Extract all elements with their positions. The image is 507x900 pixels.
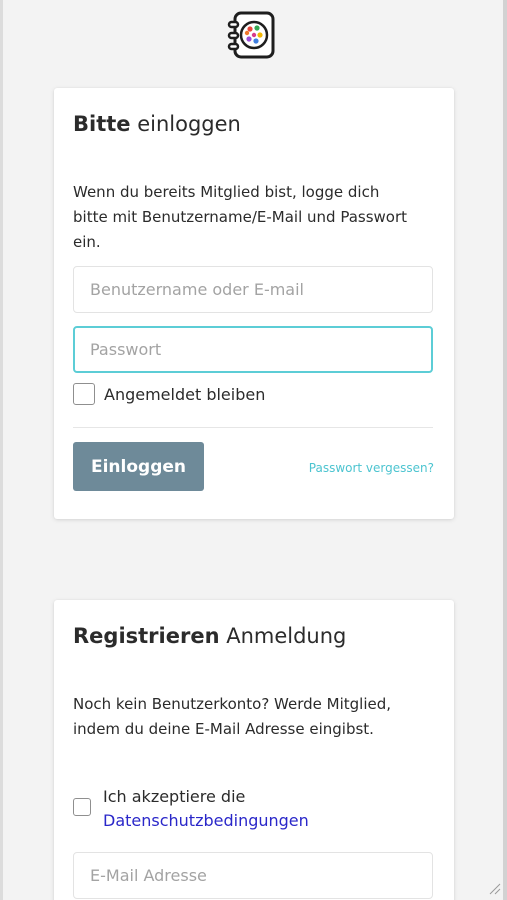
register-email-input[interactable] (73, 852, 433, 899)
login-card: Bitte einloggen Wenn du bereits Mitglied… (54, 88, 454, 519)
login-title-rest: einloggen (130, 112, 241, 136)
login-button[interactable]: Einloggen (73, 442, 204, 491)
login-description: Wenn du bereits Mitglied bist, logge dic… (73, 183, 408, 251)
window-left-edge (0, 0, 3, 900)
register-title: Registrieren Anmeldung (73, 624, 346, 648)
remember-me-row[interactable]: Angemeldet bleiben (73, 383, 265, 405)
login-divider (73, 427, 433, 428)
forgot-password-link[interactable]: Passwort vergessen? (309, 461, 434, 475)
register-description: Noch kein Benutzerkonto? Werde Mitglied,… (73, 695, 392, 738)
login-title: Bitte einloggen (73, 112, 241, 136)
window-right-edge (503, 0, 507, 900)
username-input[interactable] (73, 266, 433, 313)
terms-checkbox[interactable] (73, 798, 91, 816)
password-input[interactable] (73, 326, 433, 373)
register-title-rest: Anmeldung (219, 624, 347, 648)
page: Bitte einloggen Wenn du bereits Mitglied… (0, 0, 507, 900)
privacy-terms-link[interactable]: Datenschutzbedingungen (103, 811, 309, 830)
terms-row: Ich akzeptiere die Datenschutzbedingunge… (73, 785, 309, 833)
remember-me-checkbox[interactable] (73, 383, 95, 405)
remember-me-label: Angemeldet bleiben (104, 384, 266, 404)
logo-icon (226, 11, 276, 59)
login-title-strong: Bitte (73, 112, 131, 136)
register-title-strong: Registrieren (73, 624, 220, 648)
terms-prefix: Ich akzeptiere die (103, 787, 246, 806)
resize-grip-icon[interactable] (487, 880, 501, 895)
register-card: Registrieren Anmeldung Noch kein Benutze… (54, 600, 454, 900)
terms-text: Ich akzeptiere die Datenschutzbedingunge… (103, 785, 309, 833)
